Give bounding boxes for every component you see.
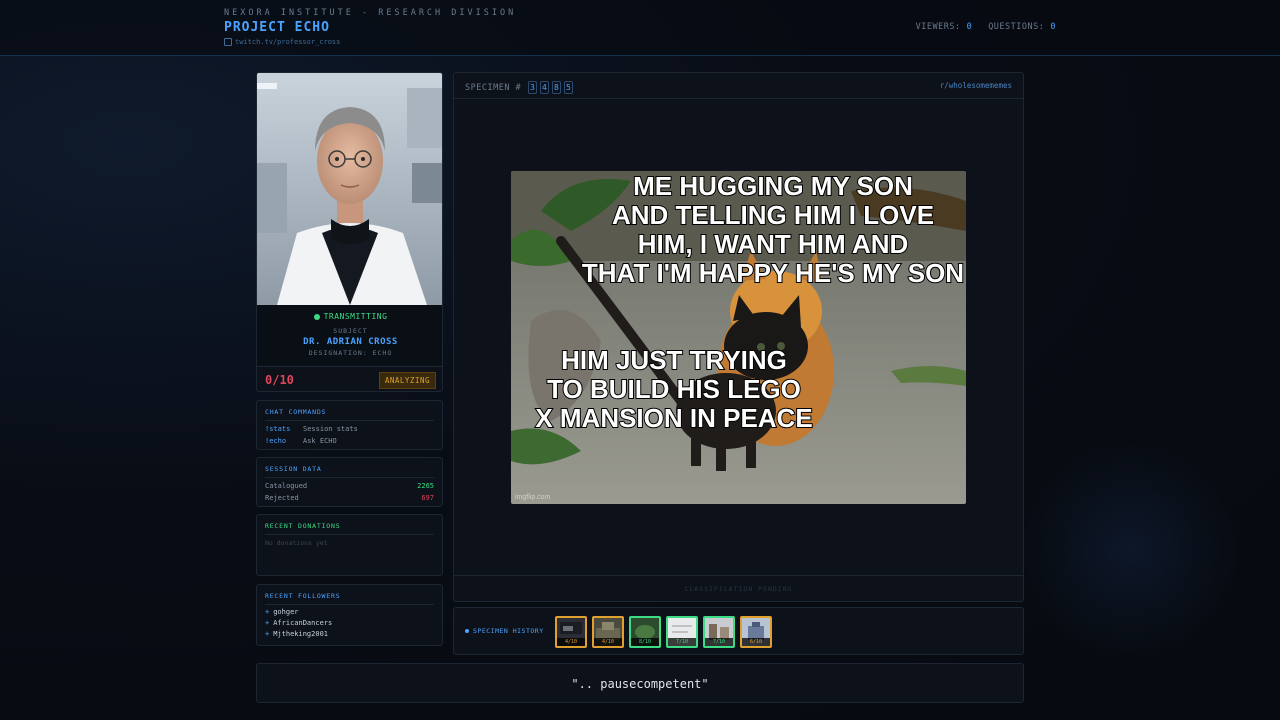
- follower-item: + AfricanDancers: [265, 619, 333, 627]
- history-score: 4/10: [594, 638, 622, 646]
- subject-name: DR. ADRIAN CROSS: [303, 337, 398, 347]
- subject-label: SUBJECT: [333, 327, 368, 335]
- live-dot-icon: [313, 313, 320, 320]
- history-score: 8/10: [631, 638, 659, 646]
- analyzing-badge: ANALYZING: [378, 372, 436, 389]
- subreddit-link[interactable]: r/wholesomememes: [940, 81, 1012, 90]
- stream-stats: VIEWERS: 0 QUESTIONS: 0: [916, 22, 1056, 32]
- score-row: 0/10 ANALYZING: [257, 366, 442, 391]
- current-score: 0/10: [265, 373, 294, 387]
- specimen-digit: 5: [564, 81, 574, 94]
- meme-image: ME HUGGING MY SON AND TELLING HIM I LOVE…: [511, 171, 966, 504]
- channel-link[interactable]: twitch.tv/professor_cross: [224, 38, 340, 46]
- catalogued-row: Catalogued 2265: [265, 482, 434, 490]
- history-thumbnail[interactable]: 8/10: [629, 616, 661, 648]
- history-thumbnail[interactable]: 6/10: [740, 616, 772, 648]
- history-label: SPECIMEN HISTORY: [465, 627, 544, 635]
- recent-donations-panel: RECENT DONATIONS No donations yet: [256, 514, 443, 576]
- classification-status: CLASSIFICATION PENDING: [454, 575, 1023, 601]
- org-label: NEXORA INSTITUTE - RESEARCH DIVISION: [224, 8, 517, 18]
- donations-title: RECENT DONATIONS: [265, 522, 434, 535]
- meme-top-line: ME HUGGING MY SON: [633, 171, 913, 201]
- channel-url: twitch.tv/professor_cross: [235, 38, 341, 46]
- history-score: 6/10: [742, 638, 770, 646]
- subject-card: TRANSMITTING SUBJECT DR. ADRIAN CROSS DE…: [256, 72, 443, 392]
- command-key: !echo: [265, 437, 287, 445]
- meme-top-line: AND TELLING HIM I LOVE: [612, 200, 934, 230]
- specimen-digit: 3: [528, 81, 538, 94]
- donations-empty: No donations yet: [265, 539, 328, 547]
- top-bar: NEXORA INSTITUTE - RESEARCH DIVISION PRO…: [0, 0, 1280, 56]
- background-glow: [1020, 440, 1240, 660]
- history-dot-icon: [465, 629, 469, 633]
- specimen-digit: 8: [552, 81, 562, 94]
- specimen-history-panel: SPECIMEN HISTORY 4/10 4/10 8/10 7/10 7/1…: [453, 607, 1024, 655]
- questions-stat: QUESTIONS: 0: [988, 22, 1056, 32]
- chat-commands-panel: CHAT COMMANDS !stats Session stats !echo…: [256, 400, 443, 450]
- history-score: 4/10: [557, 638, 585, 646]
- meme-top-line: HIM, I WANT HIM AND: [638, 229, 909, 259]
- history-score: 7/10: [705, 638, 733, 646]
- meme-watermark: imgflip.com: [515, 494, 551, 501]
- subject-portrait: [257, 73, 442, 305]
- history-thumbnail[interactable]: 4/10: [555, 616, 587, 648]
- session-data-panel: SESSION DATA Catalogued 2265 Rejected 69…: [256, 457, 443, 507]
- recent-followers-panel: RECENT FOLLOWERS + gohger + AfricanDancers…: [256, 584, 443, 646]
- echo-quote: ".. pausecompetent": [256, 663, 1024, 703]
- history-thumbnail[interactable]: 4/10: [592, 616, 624, 648]
- twitch-icon: [224, 38, 232, 46]
- history-score: 7/10: [668, 638, 696, 646]
- viewers-stat: VIEWERS: 0: [915, 22, 973, 32]
- meme-bottom-line: HIM JUST TRYING: [561, 345, 787, 375]
- specimen-header: SPECIMEN # 3 4 8 5 r/wholesomememes: [454, 73, 1023, 99]
- specimen-number: SPECIMEN # 3 4 8 5: [465, 81, 574, 94]
- session-data-title: SESSION DATA: [265, 465, 434, 478]
- followers-title: RECENT FOLLOWERS: [265, 592, 434, 605]
- rejected-row: Rejected 697: [265, 494, 434, 502]
- specimen-digit: 4: [540, 81, 550, 94]
- meme-top-line: THAT I'M HAPPY HE'S MY SON: [582, 258, 964, 288]
- history-thumbnail[interactable]: 7/10: [666, 616, 698, 648]
- viewers-count: 0: [966, 22, 973, 32]
- questions-count: 0: [1050, 22, 1056, 32]
- project-title: PROJECT ECHO: [224, 20, 330, 35]
- meme-bottom-line: TO BUILD HIS LEGO: [547, 374, 801, 404]
- catalogued-count: 2265: [417, 482, 434, 490]
- history-thumbnail[interactable]: 7/10: [703, 616, 735, 648]
- command-row: !stats Session stats: [265, 425, 434, 433]
- follower-item: + Mjtheking2001: [265, 630, 329, 638]
- command-row: !echo Ask ECHO: [265, 437, 434, 445]
- subject-info: TRANSMITTING SUBJECT DR. ADRIAN CROSS DE…: [257, 305, 442, 365]
- command-key: !stats: [265, 425, 291, 433]
- specimen-panel: SPECIMEN # 3 4 8 5 r/wholesomememes ME H…: [453, 72, 1024, 602]
- meme-bottom-line: X MANSION IN PEACE: [535, 403, 812, 433]
- command-desc: Ask ECHO: [303, 437, 337, 445]
- follower-item: + gohger: [265, 608, 299, 616]
- command-desc: Session stats: [303, 425, 358, 433]
- transmitting-status: TRANSMITTING: [257, 312, 442, 321]
- subject-designation: DESIGNATION: ECHO: [308, 349, 393, 357]
- chat-commands-title: CHAT COMMANDS: [265, 408, 434, 421]
- rejected-count: 697: [421, 494, 434, 502]
